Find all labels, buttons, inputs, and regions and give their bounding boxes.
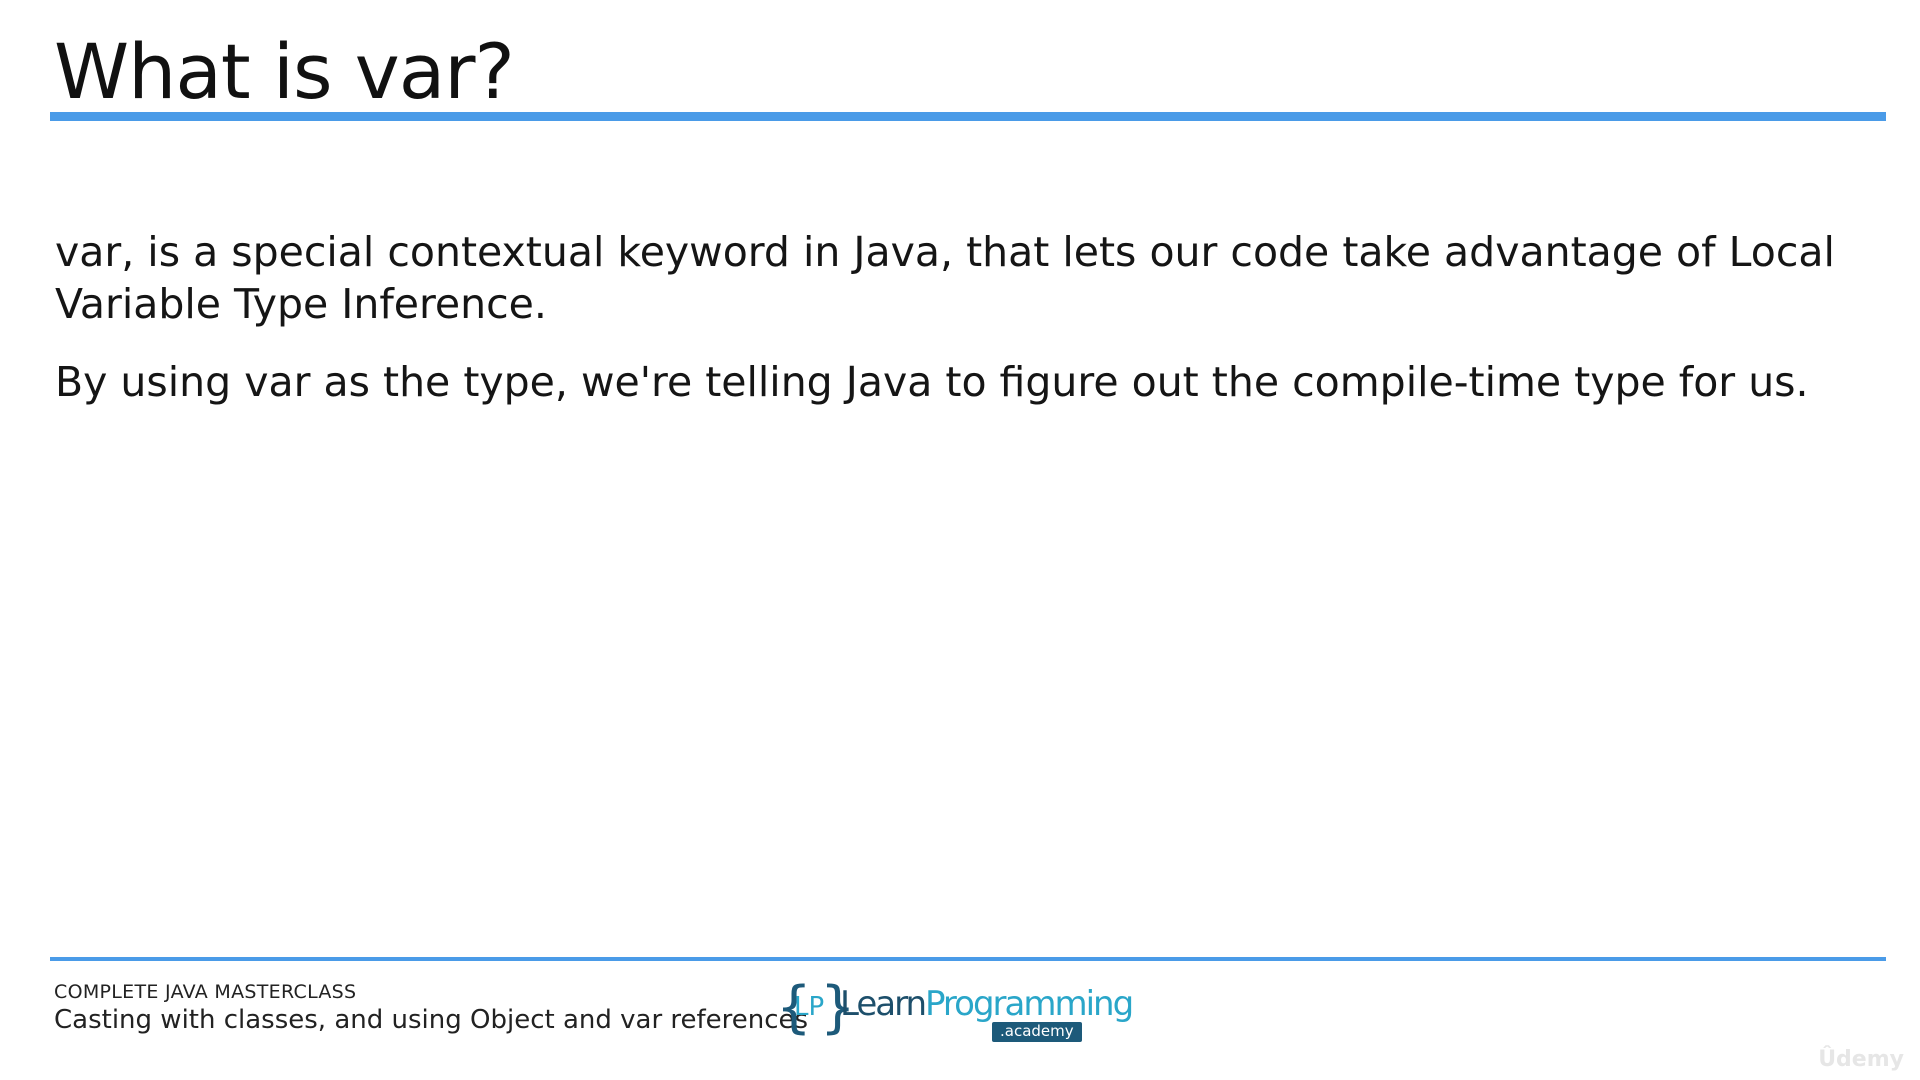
logo-word-learn: Learn bbox=[840, 984, 927, 1024]
footer-lecture-title: Casting with classes, and using Object a… bbox=[54, 1005, 809, 1035]
slide: What is var? var, is a special contextua… bbox=[0, 0, 1920, 1080]
learnprogramming-academy-logo: { LP } LearnProgramming .academy bbox=[776, 978, 1134, 1044]
logo-word-programming: Programming bbox=[925, 984, 1134, 1024]
footer-divider bbox=[50, 957, 1886, 961]
slide-title: What is var? bbox=[54, 27, 515, 116]
logo-wordmark: LearnProgramming bbox=[840, 984, 1134, 1024]
body-paragraph-2: By using var as the type, we're telling … bbox=[55, 358, 1809, 406]
footer-course-title: COMPLETE JAVA MASTERCLASS bbox=[54, 981, 357, 1003]
slide-body: var, is a special contextual keyword in … bbox=[55, 226, 1875, 434]
body-paragraph-1: var, is a special contextual keyword in … bbox=[55, 228, 1835, 328]
logo-academy-tag: .academy bbox=[992, 1022, 1082, 1042]
title-divider bbox=[50, 112, 1886, 121]
udemy-watermark: Ûdemy bbox=[1818, 1047, 1904, 1072]
